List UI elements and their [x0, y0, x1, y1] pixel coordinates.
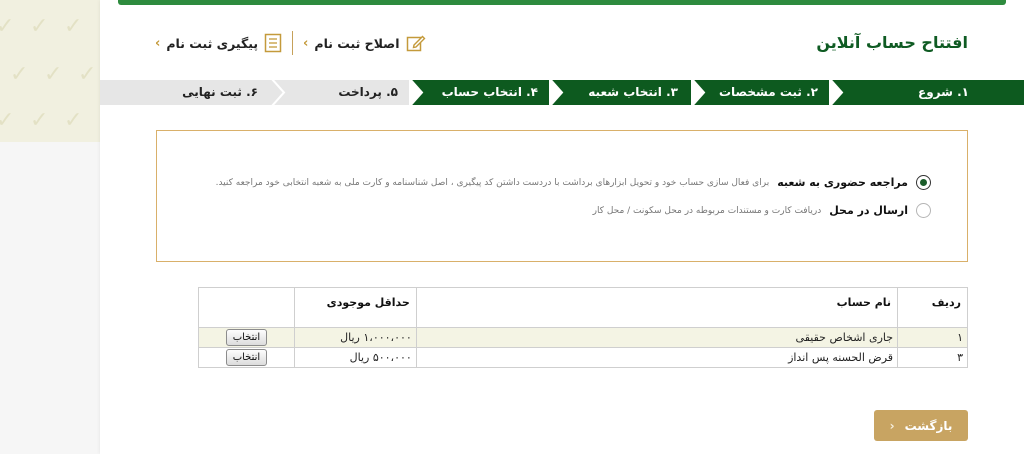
- delivery-option-home[interactable]: ارسال در محل دریافت کارت و مستندات مربوط…: [593, 203, 931, 218]
- main-card: ‹ پیگیری ثبت نام ‹ اصلاح ثبت نام افتتاح …: [100, 0, 1024, 454]
- delivery-option-in-person[interactable]: مراجعه حضوری به شعبه برای فعال سازی حساب…: [216, 175, 931, 190]
- edit-registration-link[interactable]: ‹ اصلاح ثبت نام: [303, 33, 426, 53]
- select-account-button[interactable]: انتخاب: [225, 329, 268, 346]
- header-account-name: نام حساب: [415, 287, 899, 328]
- row-action-cell: انتخاب: [198, 327, 295, 348]
- decorative-pattern: ✓ ✓ ✓ ✓ ✓ ✓ ✓ ✓ ✓: [0, 0, 100, 142]
- step-select-branch: ۳. انتخاب شعبه: [588, 85, 678, 99]
- row-account-name: جاری اشخاص حقیقی: [415, 327, 899, 348]
- back-button[interactable]: بازگشت ‹: [874, 410, 968, 441]
- option-description: برای فعال سازی حساب خود و تحویل ابزارهای…: [215, 177, 770, 188]
- back-button-label: بازگشت: [904, 418, 953, 433]
- edit-registration-label: اصلاح ثبت نام: [314, 35, 400, 51]
- row-action-cell: انتخاب: [198, 347, 295, 368]
- header-action: [198, 287, 295, 328]
- row-index: ۳: [897, 347, 968, 368]
- table-header-row: ردیف نام حساب حداقل موجودی: [198, 287, 968, 328]
- track-registration-link[interactable]: ‹ پیگیری ثبت نام: [155, 33, 282, 53]
- option-title: ارسال در محل: [829, 204, 908, 217]
- radio-home-delivery[interactable]: [916, 203, 931, 218]
- option-title: مراجعه حضوری به شعبه: [777, 176, 908, 189]
- table-row: ۳ قرض الحسنه پس انداز ۵۰۰،۰۰۰ ریال انتخا…: [198, 347, 968, 368]
- header-separator: [292, 31, 294, 55]
- row-index: ۱: [897, 327, 968, 348]
- step-register-info: ۲. ثبت مشخصات: [718, 85, 818, 99]
- header-links: ‹ پیگیری ثبت نام ‹ اصلاح ثبت نام: [155, 30, 426, 56]
- top-accent-bar: [118, 0, 1006, 5]
- header-min-balance: حداقل موجودی: [293, 287, 417, 328]
- step-payment: ۵. پرداخت: [338, 85, 398, 99]
- delivery-options-box: مراجعه حضوری به شعبه برای فعال سازی حساب…: [156, 130, 968, 262]
- page-title: افتتاح حساب آنلاین: [816, 33, 968, 52]
- chevron-left-icon: ‹: [303, 35, 309, 51]
- header-index: ردیف: [897, 287, 968, 328]
- step-select-account: ۴. انتخاب حساب: [441, 85, 538, 99]
- progress-steps: ۱. شروع ۲. ثبت مشخصات ۳. انتخاب شعبه ۴. …: [100, 79, 1024, 106]
- row-min-balance: ۱،۰۰۰،۰۰۰ ریال: [293, 327, 417, 348]
- step-final-registration: ۶. ثبت نهایی: [182, 85, 258, 99]
- row-account-name: قرض الحسنه پس انداز: [415, 347, 899, 368]
- edit-icon: [406, 33, 426, 53]
- chevron-left-icon: ‹: [889, 418, 895, 433]
- option-description: دریافت کارت و مستندات مربوطه در محل سکون…: [592, 205, 822, 216]
- chevron-left-icon: ‹: [155, 35, 161, 51]
- document-icon: [264, 33, 282, 53]
- step-start: ۱. شروع: [918, 85, 969, 99]
- select-account-button[interactable]: انتخاب: [225, 349, 268, 366]
- row-min-balance: ۵۰۰،۰۰۰ ریال: [293, 347, 417, 368]
- table-row: ۱ جاری اشخاص حقیقی ۱،۰۰۰،۰۰۰ ریال انتخاب: [198, 327, 968, 348]
- accounts-table: ردیف نام حساب حداقل موجودی ۱ جاری اشخاص …: [198, 287, 968, 368]
- radio-in-person[interactable]: [916, 175, 931, 190]
- track-registration-label: پیگیری ثبت نام: [166, 35, 259, 51]
